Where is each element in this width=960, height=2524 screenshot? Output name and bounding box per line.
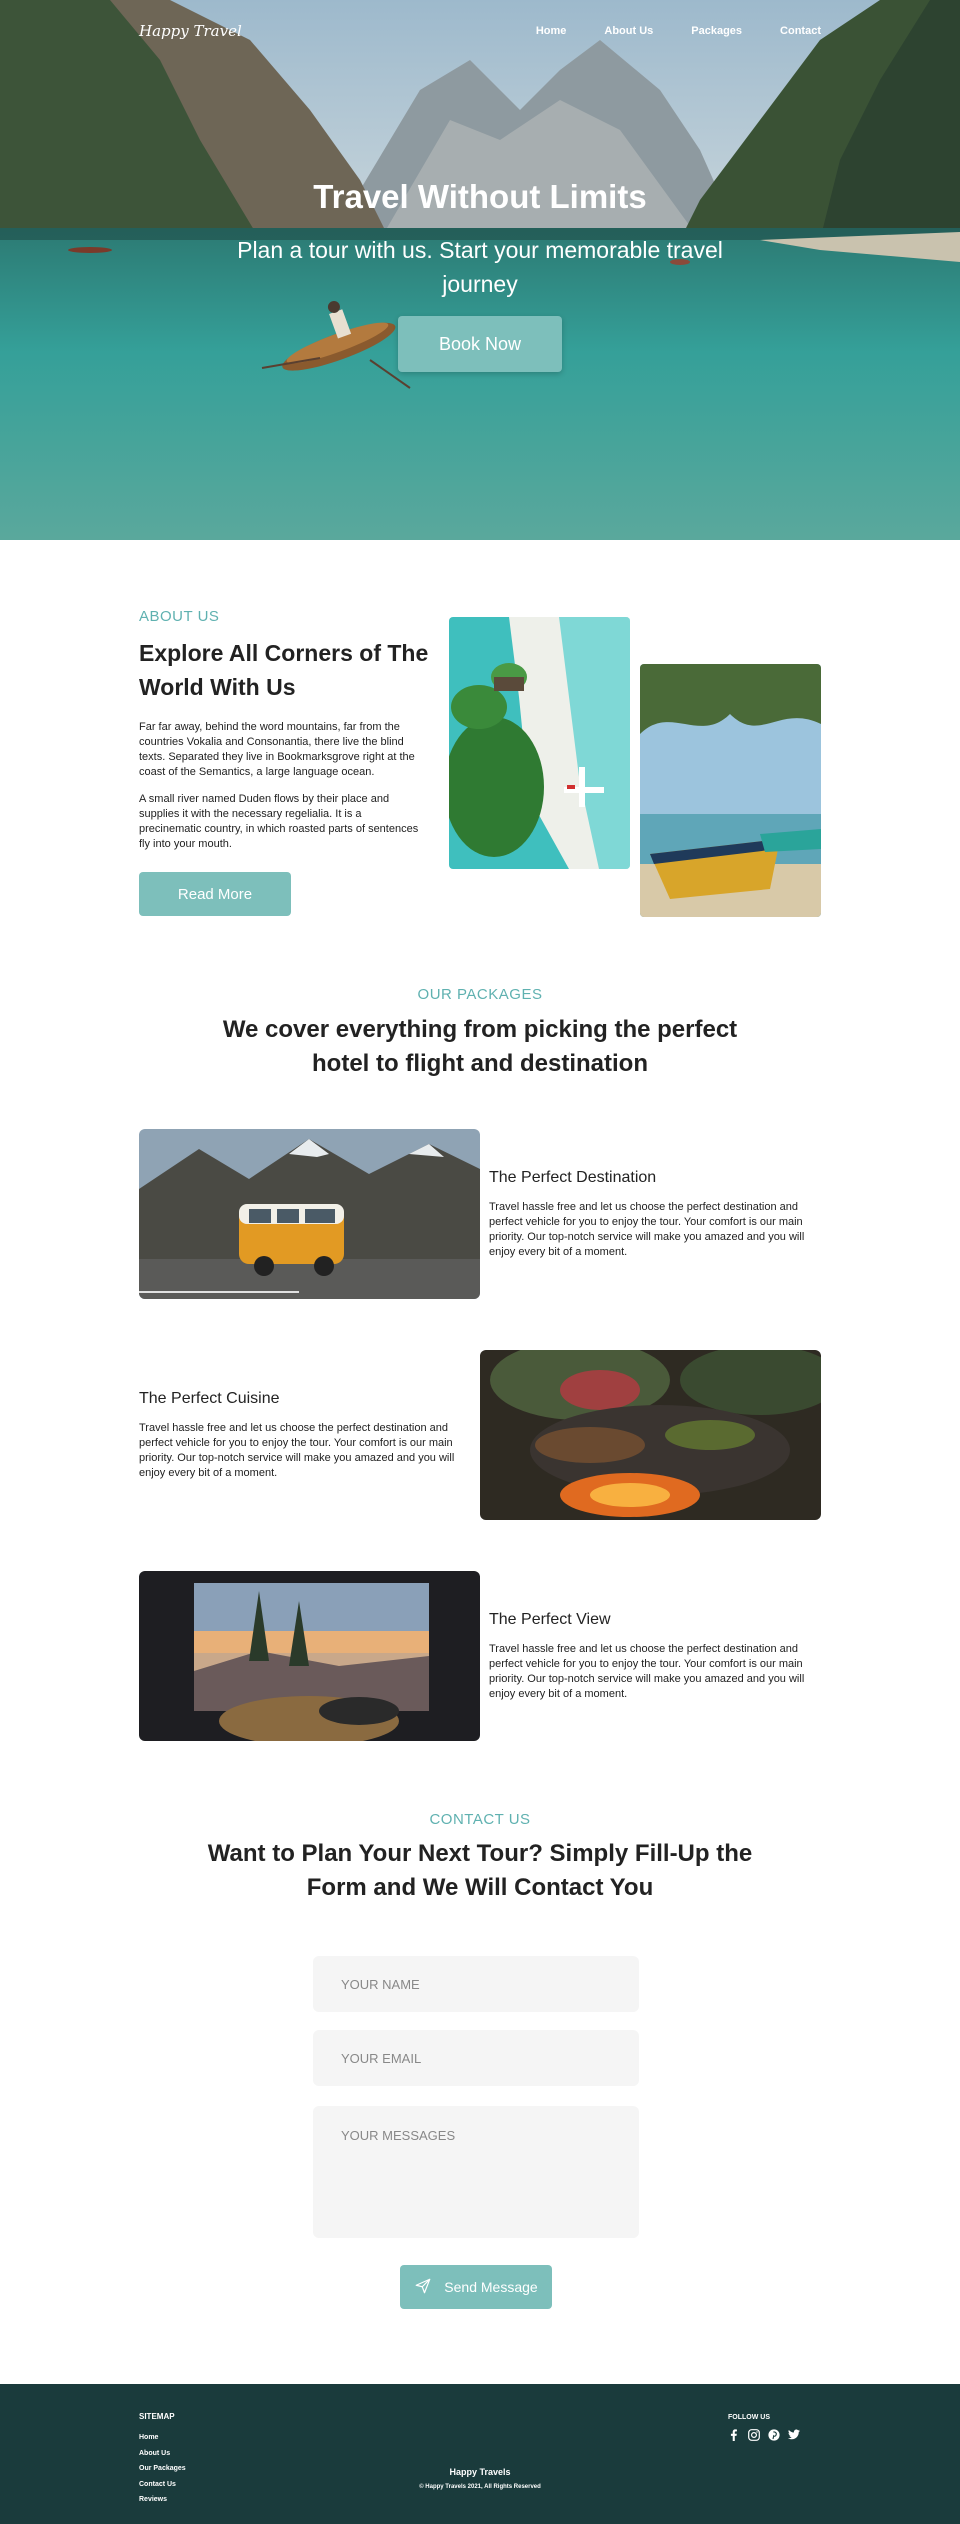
instagram-icon[interactable]: [747, 2428, 760, 2441]
package-name-cuisine: The Perfect Cuisine: [139, 1390, 280, 1407]
footer-copyright: © Happy Travels 2021, All Rights Reserve…: [419, 2484, 541, 2490]
package-name-destination: The Perfect Destination: [489, 1169, 657, 1186]
read-more-button[interactable]: Read More: [139, 872, 291, 916]
contact-eyebrow: CONTACT US: [429, 1811, 531, 1828]
packages-title: We cover everything from picking the per…: [222, 1016, 738, 1077]
pinterest-icon[interactable]: [767, 2428, 780, 2441]
name-input[interactable]: [313, 1956, 639, 2012]
email-input[interactable]: [313, 2030, 639, 2086]
sitemap-link-home[interactable]: Home: [139, 2430, 186, 2446]
package-image-cuisine: [480, 1350, 821, 1520]
package-desc-destination: Travel hassle free and let us choose the…: [489, 1201, 805, 1258]
send-message-button[interactable]: Send Message: [400, 2265, 552, 2309]
footer: SITEMAP Home About Us Our Packages Conta…: [0, 2384, 960, 2524]
nav-contact[interactable]: Contact: [780, 25, 821, 37]
package-desc-cuisine: Travel hassle free and let us choose the…: [139, 1422, 455, 1479]
about-image-boats: [640, 664, 821, 917]
main-nav: Home About Us Packages Contact: [498, 25, 821, 37]
follow-us-title: FOLLOW US: [728, 2414, 770, 2421]
sitemap-link-about-us[interactable]: About Us: [139, 2446, 186, 2462]
about-title: Explore All Corners of The World With Us: [139, 640, 429, 700]
about-image-beach: [449, 617, 630, 869]
nav-packages[interactable]: Packages: [691, 25, 742, 37]
about-paragraph-2: A small river named Duden flows by their…: [139, 793, 419, 850]
paper-plane-icon: [414, 2277, 432, 2298]
nav-home[interactable]: Home: [536, 25, 567, 37]
package-image-destination: [139, 1129, 480, 1299]
sitemap-title: SITEMAP: [139, 2412, 175, 2421]
send-message-label: Send Message: [444, 2279, 538, 2295]
hero-subtitle: Plan a tour with us. Start your memorabl…: [237, 237, 723, 297]
package-desc-view: Travel hassle free and let us choose the…: [489, 1643, 805, 1700]
hero-title: Travel Without Limits: [313, 178, 647, 215]
message-textarea[interactable]: [313, 2106, 639, 2238]
hero-section: Happy Travel Home About Us Packages Cont…: [0, 0, 960, 540]
book-now-button[interactable]: Book Now: [398, 316, 562, 372]
facebook-icon[interactable]: [727, 2428, 740, 2441]
twitter-icon[interactable]: [787, 2428, 800, 2441]
footer-brand: Happy Travels: [449, 2467, 511, 2477]
package-name-view: The Perfect View: [489, 1611, 611, 1628]
about-paragraph-1: Far far away, behind the word mountains,…: [139, 721, 415, 778]
package-image-view: [139, 1571, 480, 1741]
about-eyebrow: ABOUT US: [139, 608, 220, 625]
packages-eyebrow: OUR PACKAGES: [417, 986, 543, 1003]
sitemap-link-reviews[interactable]: Reviews: [139, 2492, 186, 2508]
site-logo[interactable]: Happy Travel: [139, 22, 242, 40]
contact-title: Want to Plan Your Next Tour? Simply Fill…: [207, 1840, 753, 1901]
nav-about-us[interactable]: About Us: [604, 25, 653, 37]
social-links: [727, 2428, 800, 2441]
